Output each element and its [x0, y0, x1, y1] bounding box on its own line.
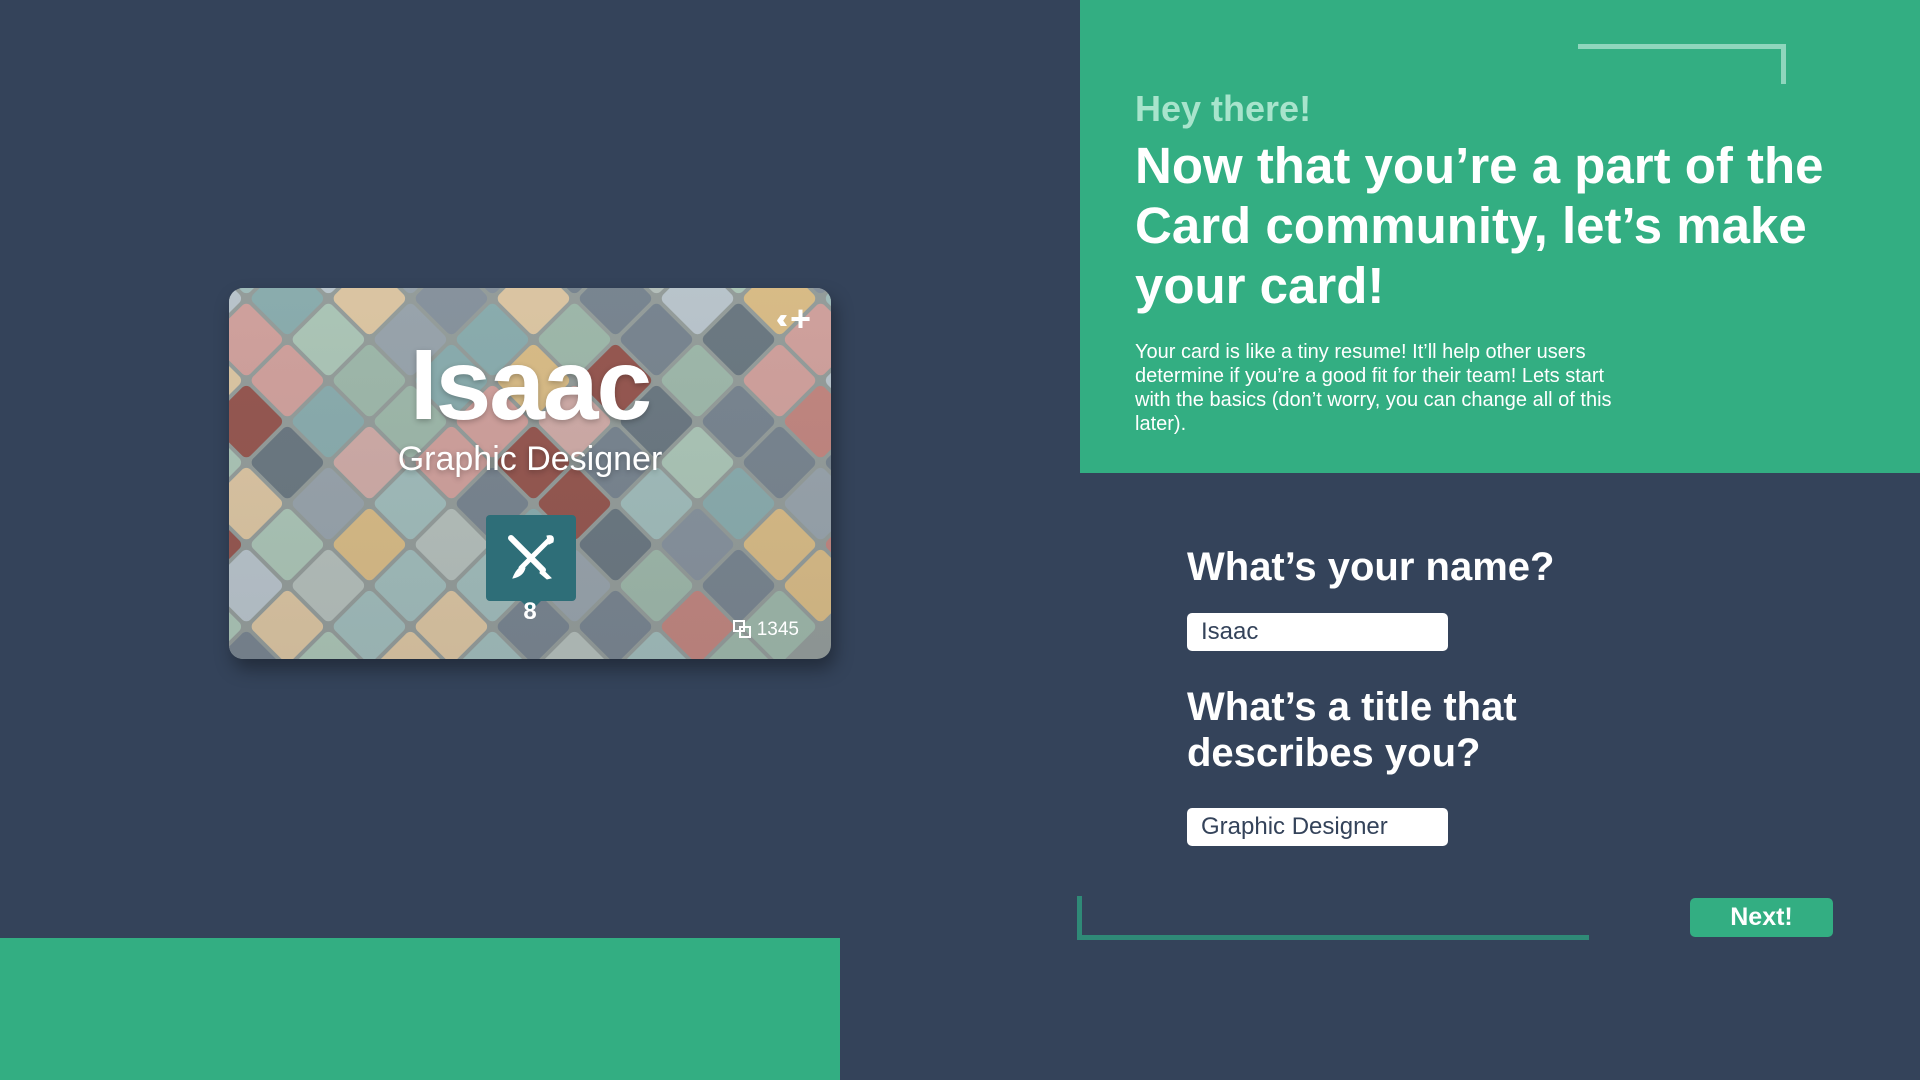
- title-question: What’s a title that describes you?: [1187, 685, 1517, 775]
- intro-description: Your card is like a tiny resume! It’ll h…: [1135, 341, 1612, 435]
- greeting-text: Hey there!: [1135, 88, 1312, 129]
- card-name: Isaac: [409, 329, 652, 441]
- card-preview: ‹‹‹ + Isaac Graphic Designer 8 1345: [229, 288, 831, 659]
- views-count: 1345: [756, 619, 799, 640]
- decorative-green-block: [0, 938, 840, 1080]
- name-input[interactable]: [1187, 613, 1448, 651]
- views-counter: 1345: [732, 619, 799, 641]
- next-button[interactable]: Next!: [1690, 898, 1833, 937]
- copies-icon: [732, 620, 753, 640]
- onboarding-screen: Hey there! Now that you’re a part of the…: [0, 0, 1920, 1080]
- name-question: What’s your name?: [1187, 545, 1555, 589]
- decorative-corner-bracket-bottom: [1077, 896, 1589, 940]
- skill-badge[interactable]: [486, 515, 576, 611]
- title-input[interactable]: [1187, 808, 1448, 846]
- card-title: Graphic Designer: [397, 440, 663, 478]
- pen-brush-crossed-icon: [508, 535, 554, 580]
- page-headline: Now that you’re a part of the Card commu…: [1135, 137, 1824, 314]
- decorative-corner-bracket: [1578, 44, 1786, 84]
